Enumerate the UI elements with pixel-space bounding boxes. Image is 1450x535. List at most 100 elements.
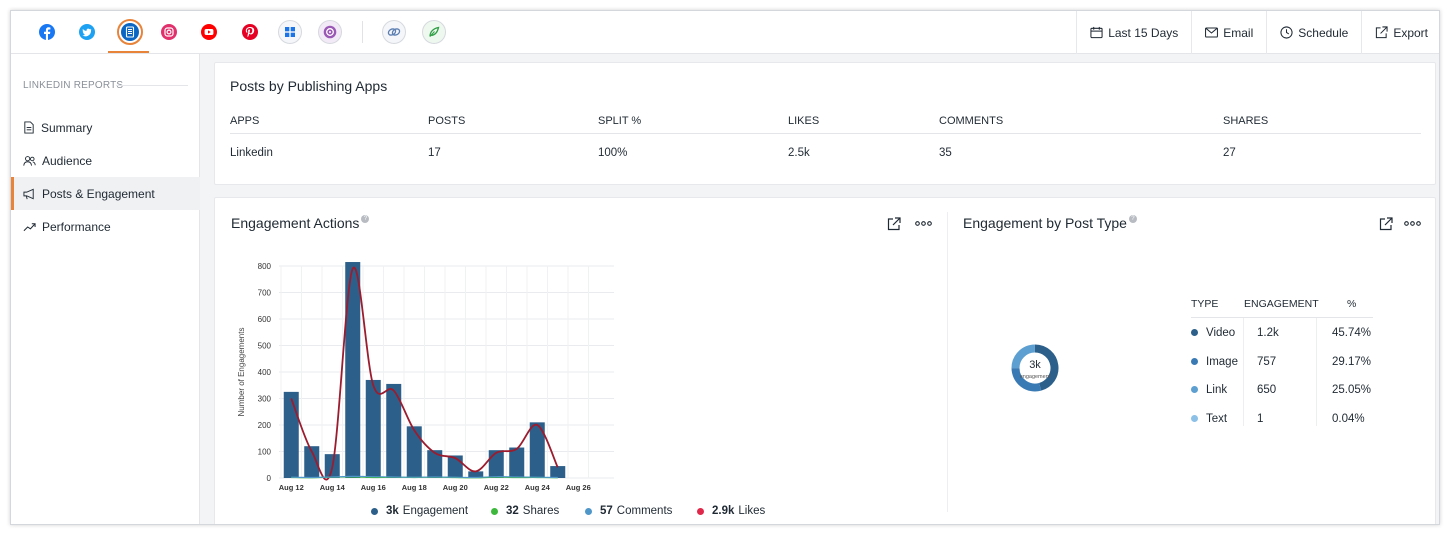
x-tick-label: Aug 12: [279, 483, 304, 492]
donut-total: 3k: [1029, 359, 1041, 371]
y-axis-label: Number of Engagements: [237, 328, 246, 417]
more-options-icon[interactable]: [1404, 221, 1421, 226]
leaf-icon[interactable]: [422, 20, 446, 44]
calendar-icon: [1090, 26, 1103, 39]
x-tick-label: Aug 18: [402, 483, 427, 492]
top-bar: Last 15 Days Email Schedule Export: [11, 11, 1439, 54]
schedule-button[interactable]: Schedule: [1266, 11, 1361, 54]
email-button[interactable]: Email: [1191, 11, 1266, 54]
x-tick-label: Aug 24: [525, 483, 551, 492]
bar-engagement: [283, 391, 299, 478]
bar-engagement: [488, 450, 504, 478]
percent-cell-text: 45.74%: [1332, 327, 1372, 339]
legend-item-comments[interactable]: 57 Comments: [585, 505, 672, 517]
legend-value: 57: [600, 505, 613, 517]
help-icon[interactable]: ?: [1128, 215, 1137, 223]
cell-split: 100%: [598, 147, 628, 159]
type-cell-text: Image: [1206, 355, 1238, 368]
date-range-button[interactable]: Last 15 Days: [1076, 11, 1191, 54]
document-icon: [24, 121, 34, 134]
export-button[interactable]: Export: [1361, 11, 1439, 54]
linkedin-icon[interactable]: [117, 19, 143, 45]
legend-dot: [371, 507, 378, 515]
mail-icon: [1205, 27, 1219, 38]
youtube-icon[interactable]: [197, 20, 221, 44]
cell-shares: 27: [1223, 147, 1236, 159]
legend-item-engagement[interactable]: 3k Engagement: [371, 505, 468, 517]
top-actions: Last 15 Days Email Schedule Export: [1076, 11, 1439, 54]
help-icon[interactable]: ?: [361, 215, 370, 223]
legend-item-shares[interactable]: 32 Shares: [491, 505, 559, 517]
type-table-column-rule: [1243, 318, 1244, 426]
column-header-likes: LIKES: [788, 115, 820, 127]
percent-cell: 25.05%: [1332, 384, 1371, 396]
sidebar-item-performance[interactable]: Performance: [11, 210, 200, 243]
engagement-cell: 757: [1257, 356, 1276, 368]
engagement-by-type-title: Engagement by Post Type?: [963, 215, 1137, 231]
y-tick-label: 400: [258, 368, 272, 377]
cell-likes: 2.5k: [788, 147, 810, 159]
column-header-posts: POSTS: [428, 115, 466, 127]
legend-dot: [697, 507, 704, 515]
users-icon: [23, 155, 36, 166]
sidebar: LINKEDIN REPORTS Summary Audience Posts …: [11, 54, 200, 524]
series-dot: [1191, 414, 1198, 422]
export-icon: [1376, 26, 1388, 39]
engagement-actions-title: Engagement Actions?: [231, 215, 370, 231]
type-cell: Image: [1191, 356, 1238, 368]
clock-icon: [1280, 26, 1293, 39]
threads-icon[interactable]: [318, 20, 342, 44]
sidebar-item-summary[interactable]: Summary: [11, 111, 200, 144]
facebook-icon[interactable]: [35, 20, 59, 44]
instagram-icon[interactable]: [157, 20, 181, 44]
percent-cell: 45.74%: [1332, 327, 1371, 339]
engagement-type-donut: 3k engagement: [1011, 344, 1059, 392]
bar-engagement: [345, 262, 361, 478]
open-external-icon[interactable]: [1379, 217, 1393, 231]
legend-dot: [491, 507, 498, 515]
engagement-by-type-title-text: Engagement by Post Type: [963, 215, 1127, 231]
y-tick-label: 600: [258, 315, 272, 324]
line-comments: [291, 475, 558, 479]
percent-cell-text: 25.05%: [1332, 384, 1372, 396]
x-tick-label: Aug 26: [566, 483, 591, 492]
trend-icon: [23, 222, 36, 231]
bar-engagement: [406, 426, 422, 478]
open-external-icon[interactable]: [887, 217, 901, 231]
engagement-card: Engagement Actions? Number of Engagement…: [214, 197, 1436, 524]
bar-engagement: [365, 379, 381, 478]
publishing-apps-title: Posts by Publishing Apps: [230, 78, 388, 94]
engagement-actions-chart: Number of Engagements 0 100 200 300 400 500 600…: [237, 262, 614, 492]
sidebar-heading-rule: [116, 85, 188, 86]
percent-cell-text: 0.04%: [1332, 412, 1365, 425]
legend-item-likes[interactable]: 2.9k Likes: [697, 505, 765, 517]
type-cell: Video: [1191, 327, 1235, 339]
legend-dot: [585, 507, 592, 515]
engagement-cell-text: 1.2k: [1257, 327, 1279, 339]
x-tick-label: Aug 22: [484, 483, 509, 492]
publishing-apps-card: Posts by Publishing Apps APPS POSTS SPLI…: [214, 62, 1436, 185]
type-cell-text: Text: [1206, 412, 1228, 425]
legend-label: Engagement: [402, 505, 469, 517]
engagement-cell-text: 1: [1257, 412, 1264, 425]
card-divider: [947, 212, 948, 512]
sidebar-item-label: Audience: [42, 153, 93, 168]
more-options-icon[interactable]: [915, 221, 932, 226]
pinterest-icon[interactable]: [238, 20, 262, 44]
tab-separator: [362, 21, 363, 43]
type-table-divider: [1191, 317, 1373, 318]
twitter-icon[interactable]: [75, 20, 99, 44]
schedule-label: Schedule: [1298, 25, 1349, 40]
series-dot: [1191, 357, 1198, 365]
type-cell: Text: [1191, 413, 1227, 425]
type-cell-text: Video: [1206, 327, 1236, 339]
sidebar-item-audience[interactable]: Audience: [11, 144, 200, 177]
sidebar-item-label: Posts & Engagement: [42, 186, 155, 201]
app-window: Last 15 Days Email Schedule Export LINKE…: [10, 10, 1440, 525]
y-tick-label: 800: [258, 262, 272, 271]
y-tick-label: 300: [258, 395, 272, 404]
google-business-icon[interactable]: [278, 20, 302, 44]
sidebar-item-posts-engagement[interactable]: Posts & Engagement: [11, 177, 200, 210]
column-header-shares: SHARES: [1223, 115, 1269, 127]
link-icon[interactable]: [382, 20, 406, 44]
